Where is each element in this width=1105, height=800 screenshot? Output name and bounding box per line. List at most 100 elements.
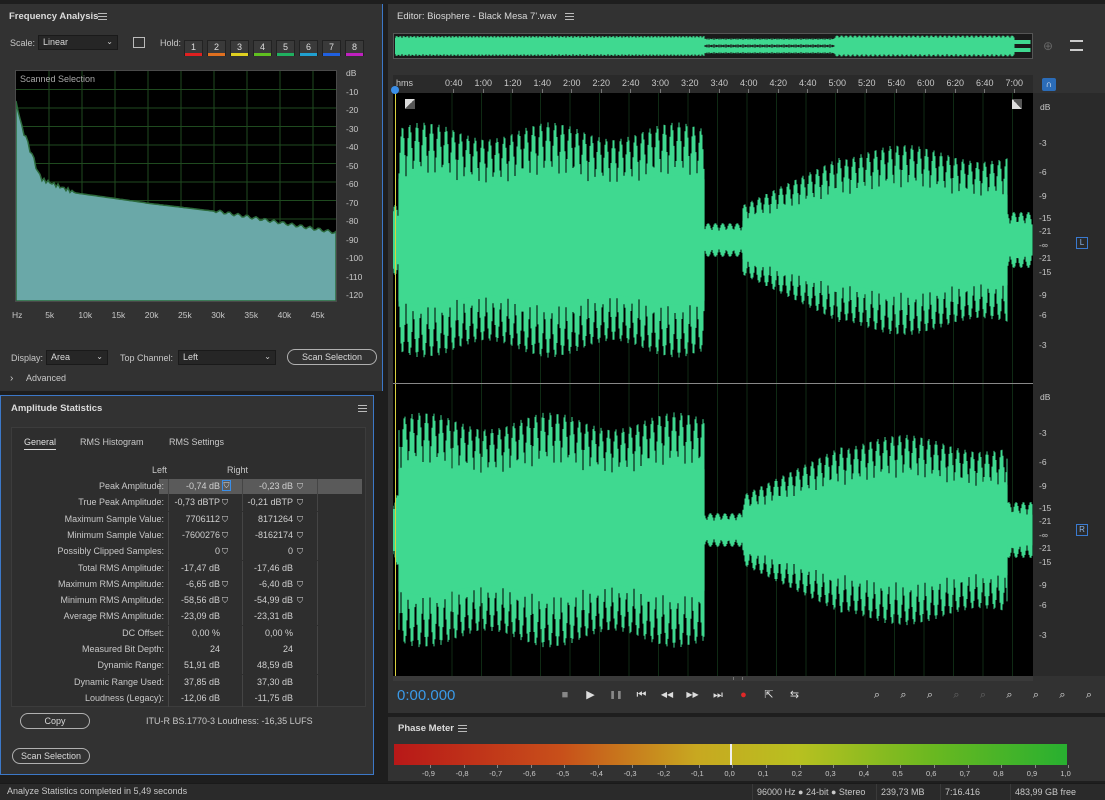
stat-label: DC Offset:: [122, 627, 164, 638]
zoom-in-left-icon[interactable]: ⌕: [998, 688, 1022, 702]
tab-general[interactable]: General: [24, 437, 57, 450]
amplitude-statistics-panel: Amplitude Statistics General RMS Histogr…: [0, 395, 374, 775]
top-channel-dropdown[interactable]: Left ⌄: [178, 350, 276, 365]
pin-icon[interactable]: ⛉: [222, 596, 228, 605]
timeline-ruler[interactable]: hms 0:40 1:00 1:20 1:40 2:00 2:20 2:40 3:00 3:20 3…: [393, 75, 1033, 93]
skip-selection-icon[interactable]: ⇆: [783, 688, 807, 702]
channel-left-toggle[interactable]: L: [1076, 237, 1088, 249]
stat-right-value: -0,21 dBTP: [247, 497, 293, 508]
phase-indicator: [730, 744, 732, 765]
rewind-icon[interactable]: ◀◀: [655, 688, 679, 702]
top-channel-label: Top Channel:: [120, 353, 174, 363]
skip-to-end-icon[interactable]: ⏭: [706, 688, 730, 702]
pin-icon[interactable]: ⛉: [297, 515, 303, 524]
table-row: True Peak Amplitude: -0,73 dBTP -0,21 dBTP…: [22, 495, 372, 512]
play-icon[interactable]: ▶: [579, 688, 603, 702]
overview-waveform: [395, 35, 1031, 57]
hold-button-5[interactable]: 5: [276, 40, 295, 56]
pin-icon[interactable]: ⛉: [297, 596, 303, 605]
playhead[interactable]: [395, 93, 396, 676]
stat-label: Peak Amplitude:: [98, 481, 164, 491]
scan-selection-button[interactable]: Scan Selection: [287, 349, 377, 365]
stat-label: Minimum Sample Value:: [67, 529, 164, 540]
pin-icon[interactable]: ⛉: [297, 531, 303, 540]
hold-button-4[interactable]: 4: [253, 40, 272, 56]
phase-meter-bar: [394, 744, 1067, 765]
time-tick: 0:40: [445, 78, 463, 88]
pin-icon[interactable]: ⛉: [222, 531, 228, 540]
pin-icon[interactable]: ⛉: [222, 580, 228, 589]
stop-icon[interactable]: ■: [553, 688, 577, 702]
record-icon[interactable]: ●: [732, 688, 756, 702]
pin-icon[interactable]: ⛉: [222, 498, 228, 507]
hz-tick: 5k: [45, 310, 55, 320]
phase-tick-mark: [799, 765, 801, 768]
amplitude-tick: -15: [1039, 503, 1052, 513]
amplitude-tick: -3: [1039, 428, 1047, 438]
stat-label: Loudness (Legacy):: [84, 692, 164, 703]
table-row: Dynamic Range: 51,91 dB 48,59 dB: [22, 658, 372, 675]
chevron-right-icon[interactable]: ›: [10, 373, 13, 384]
tab-rms-histogram[interactable]: RMS Histogram: [80, 437, 144, 447]
loop-icon[interactable]: ⇱: [757, 688, 781, 702]
zoom-in-icon[interactable]: ⌕: [1024, 688, 1048, 702]
snap-icon[interactable]: ∩: [1042, 78, 1056, 91]
scale-dropdown[interactable]: Linear ⌄: [38, 35, 118, 50]
zoom-out-full-icon[interactable]: ⌕: [971, 688, 995, 702]
phase-tick: -0,7: [489, 769, 503, 778]
amplitude-statistics-title: Amplitude Statistics: [11, 403, 103, 414]
pin-icon[interactable]: ⛉: [222, 515, 228, 524]
menu-icon[interactable]: [1070, 40, 1083, 51]
panel-menu-icon[interactable]: [458, 725, 467, 732]
zoom-out-icon[interactable]: ⌕: [1051, 688, 1075, 702]
hold-button-7[interactable]: 7: [322, 40, 341, 56]
amplitude-tick: -9: [1039, 191, 1047, 201]
zoom-selection-icon[interactable]: ⌕: [945, 688, 969, 702]
advanced-toggle[interactable]: Advanced: [26, 373, 66, 383]
zoom-mode-icon[interactable]: ⊕: [1043, 39, 1053, 53]
pin-icon[interactable]: ⛉: [222, 547, 228, 556]
waveform-area[interactable]: [393, 93, 1033, 676]
copy-graph-icon[interactable]: [133, 37, 145, 48]
tab-rms-settings[interactable]: RMS Settings: [169, 437, 224, 447]
playhead-marker-icon[interactable]: [391, 86, 399, 94]
display-dropdown[interactable]: Area ⌄: [46, 350, 108, 365]
pin-icon[interactable]: ⛉: [297, 498, 303, 507]
channel-right-toggle[interactable]: R: [1076, 524, 1088, 536]
skip-to-start-icon[interactable]: ⏮: [630, 688, 654, 702]
zoom-reset-icon[interactable]: ⌕: [918, 688, 942, 702]
fade-out-handle-icon[interactable]: [1012, 99, 1022, 109]
status-message: Analyze Statistics completed in 5,49 sec…: [7, 786, 188, 796]
scan-selection-button[interactable]: Scan Selection: [12, 748, 90, 764]
fade-in-handle-icon[interactable]: [405, 99, 415, 109]
zoom-full-icon[interactable]: ⌕: [1077, 688, 1101, 702]
hold-button-3[interactable]: 3: [230, 40, 249, 56]
overview-navigator[interactable]: [393, 33, 1033, 59]
time-tick: 2:20: [592, 78, 611, 88]
phase-tick-mark: [497, 765, 499, 768]
channel-divider[interactable]: [393, 383, 1033, 384]
panel-menu-icon[interactable]: [98, 13, 107, 20]
panel-menu-icon[interactable]: [565, 13, 574, 20]
phase-tick-mark: [732, 765, 734, 768]
hold-button-1[interactable]: 1: [184, 40, 203, 56]
amplitude-tick: -3: [1039, 138, 1047, 148]
stat-left-value: -6,65 dB: [185, 578, 220, 589]
hold-button-8[interactable]: 8: [345, 40, 364, 56]
frequency-analysis-title: Frequency Analysis: [9, 11, 99, 22]
pin-icon[interactable]: ⛉: [297, 547, 303, 556]
panel-menu-icon[interactable]: [358, 405, 367, 412]
pause-icon[interactable]: ❚❚: [604, 688, 628, 702]
horizontal-scrollbar[interactable]: [393, 676, 1033, 681]
table-row: Possibly Clipped Samples: 0 0 ⛉ ⛉: [22, 544, 372, 561]
pin-icon[interactable]: ⛉: [222, 480, 231, 491]
timecode-display[interactable]: 0:00.000: [397, 687, 455, 704]
zoom-in-amplitude-icon[interactable]: ⌕: [865, 688, 889, 702]
hold-button-2[interactable]: 2: [207, 40, 226, 56]
fast-forward-icon[interactable]: ▶▶: [681, 688, 705, 702]
zoom-out-amplitude-icon[interactable]: ⌕: [892, 688, 916, 702]
pin-icon[interactable]: ⛉: [297, 580, 303, 589]
pin-icon[interactable]: ⛉: [297, 482, 303, 491]
hold-button-6[interactable]: 6: [299, 40, 318, 56]
copy-button[interactable]: Copy: [20, 713, 90, 729]
